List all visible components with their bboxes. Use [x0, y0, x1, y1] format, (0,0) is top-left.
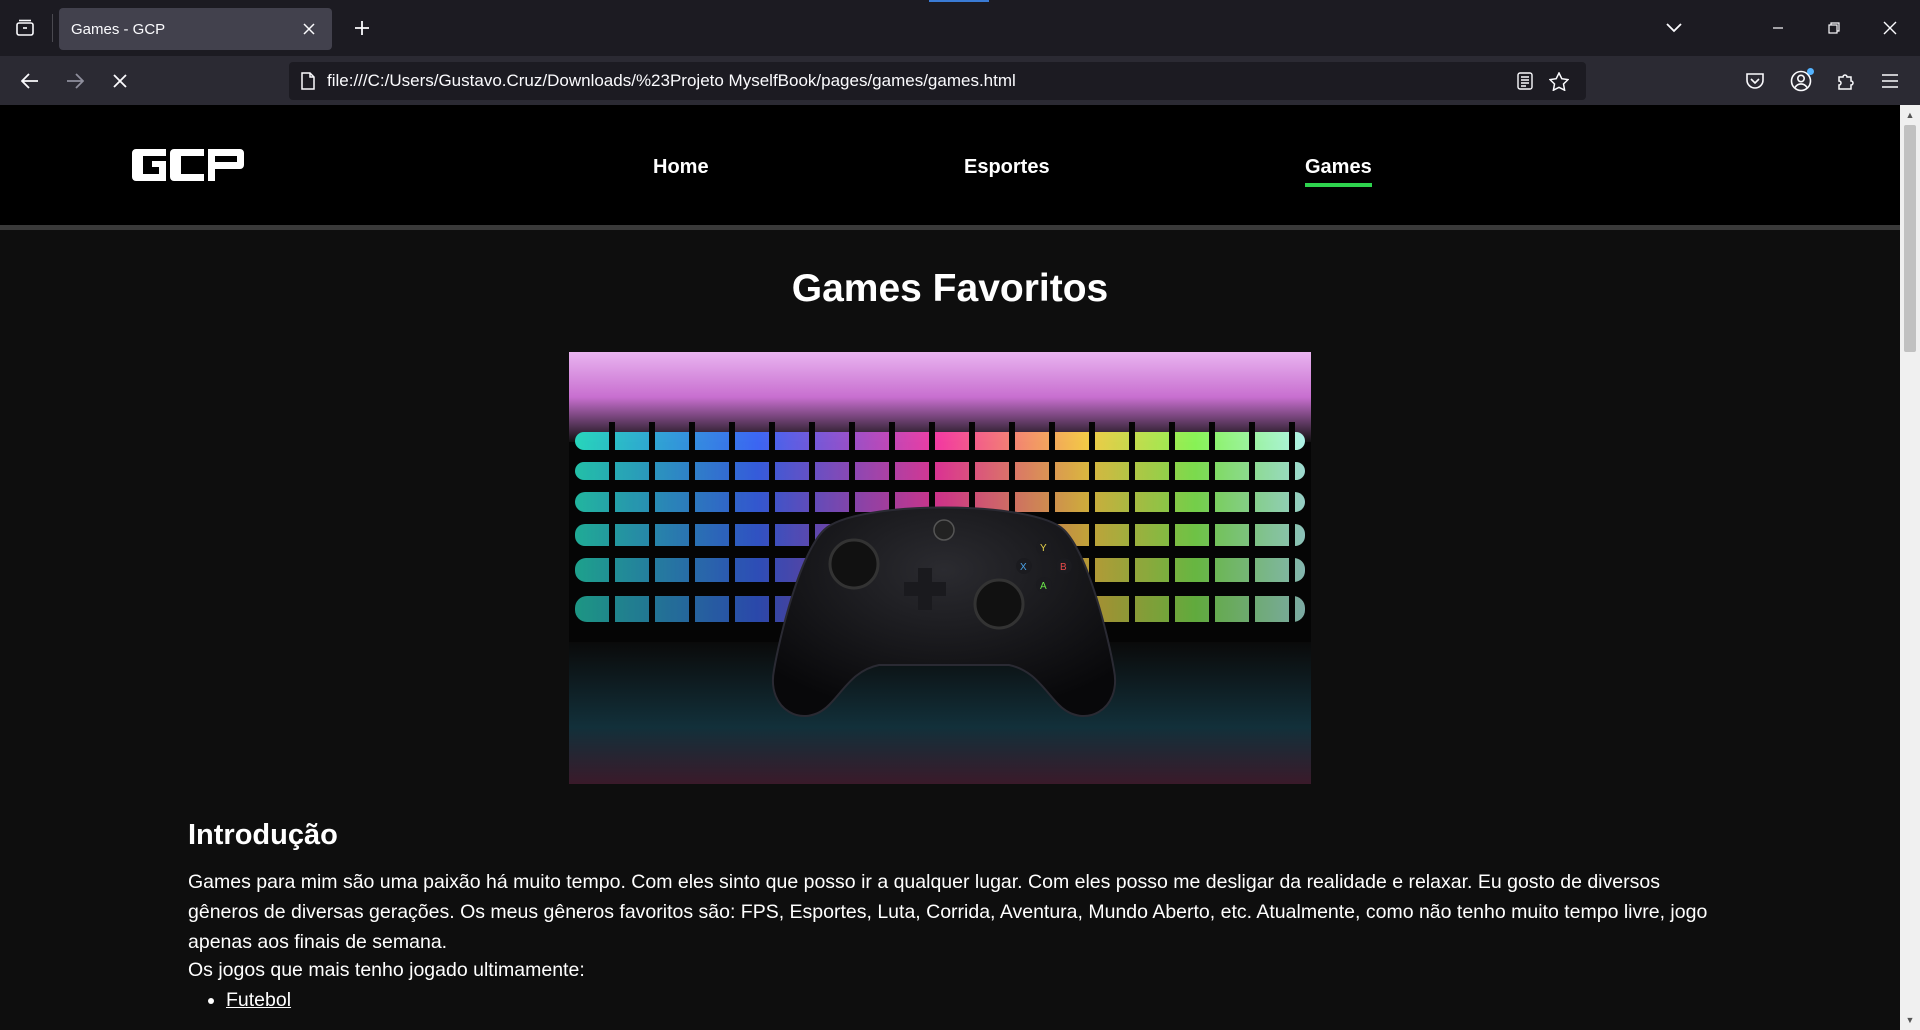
svg-text:Y: Y	[1040, 543, 1047, 554]
extensions-button[interactable]	[1829, 64, 1863, 98]
game-link-futebol[interactable]: Futebol	[226, 989, 291, 1011]
forward-button[interactable]	[58, 64, 92, 98]
games-intro-text: Os jogos que mais tenho jogado ultimamen…	[188, 959, 585, 981]
svg-text:X: X	[1020, 562, 1027, 573]
notification-dot	[1807, 68, 1814, 75]
tab-title: Games - GCP	[71, 20, 166, 38]
restore-button[interactable]	[1814, 8, 1854, 48]
browser-nav-bar: file:///C:/Users/Gustavo.Cruz/Downloads/…	[0, 56, 1920, 105]
game-controller-image: Y B X A	[569, 352, 1311, 784]
account-button[interactable]	[1784, 64, 1818, 98]
page-icon	[301, 72, 315, 90]
plus-icon	[355, 21, 369, 35]
nav-link-games[interactable]: Games	[1305, 156, 1372, 187]
star-icon	[1549, 71, 1569, 91]
tab-list-icon	[16, 19, 34, 36]
browser-tab-bar: Games - GCP	[0, 0, 1920, 56]
games-list: Futebol	[208, 989, 291, 1012]
page-viewport: Home Esportes Games Games Favoritos Y B …	[0, 105, 1900, 1030]
page-scrollbar[interactable]: ▲ ▼	[1900, 105, 1920, 1030]
url-text[interactable]: file:///C:/Users/Gustavo.Cruz/Downloads/…	[327, 71, 1506, 91]
site-logo[interactable]	[132, 149, 244, 186]
tab-close-button[interactable]	[298, 18, 320, 40]
nav-link-home[interactable]: Home	[653, 156, 709, 179]
reader-view-button[interactable]	[1510, 66, 1540, 96]
tab-list-button[interactable]	[8, 12, 42, 44]
back-button[interactable]	[13, 64, 47, 98]
svg-text:B: B	[1060, 562, 1067, 573]
hamburger-icon	[1882, 74, 1898, 88]
site-header: Home Esportes Games	[0, 105, 1900, 230]
scroll-down-arrow[interactable]: ▼	[1904, 1014, 1916, 1026]
active-tab[interactable]: Games - GCP	[59, 8, 332, 50]
stop-loading-button[interactable]	[103, 64, 137, 98]
pocket-button[interactable]	[1738, 64, 1772, 98]
address-bar[interactable]: file:///C:/Users/Gustavo.Cruz/Downloads/…	[289, 62, 1586, 100]
arrow-right-icon	[67, 73, 84, 89]
intro-paragraph: Games para mim são uma paixão há muito t…	[188, 871, 1708, 953]
arrow-left-icon	[21, 73, 38, 89]
reader-view-icon	[1517, 72, 1533, 90]
new-tab-button[interactable]	[346, 12, 378, 44]
chevron-down-icon	[1666, 23, 1682, 33]
tab-overflow-button[interactable]	[1654, 8, 1694, 48]
puzzle-icon	[1838, 74, 1854, 90]
pocket-icon	[1746, 73, 1764, 89]
restore-icon	[1828, 22, 1840, 34]
gcp-logo-icon	[132, 149, 244, 181]
app-menu-button[interactable]	[1873, 64, 1907, 98]
loading-indicator	[929, 0, 989, 2]
close-icon	[303, 23, 315, 35]
close-icon	[113, 74, 127, 88]
nav-link-esportes[interactable]: Esportes	[964, 156, 1050, 179]
scrollbar-thumb[interactable]	[1904, 125, 1916, 352]
tab-separator	[52, 14, 53, 42]
bookmark-star-button[interactable]	[1544, 66, 1574, 96]
close-window-button[interactable]	[1870, 8, 1910, 48]
close-icon	[1883, 21, 1897, 35]
page-title: Games Favoritos	[791, 267, 1109, 310]
list-item: Futebol	[226, 989, 291, 1012]
intro-heading: Introdução	[188, 819, 338, 851]
svg-text:A: A	[1040, 581, 1047, 592]
scroll-up-arrow[interactable]: ▲	[1904, 109, 1916, 121]
minimize-button[interactable]	[1758, 8, 1798, 48]
minimize-icon	[1773, 27, 1783, 29]
hero-image: Y B X A	[569, 352, 1311, 784]
